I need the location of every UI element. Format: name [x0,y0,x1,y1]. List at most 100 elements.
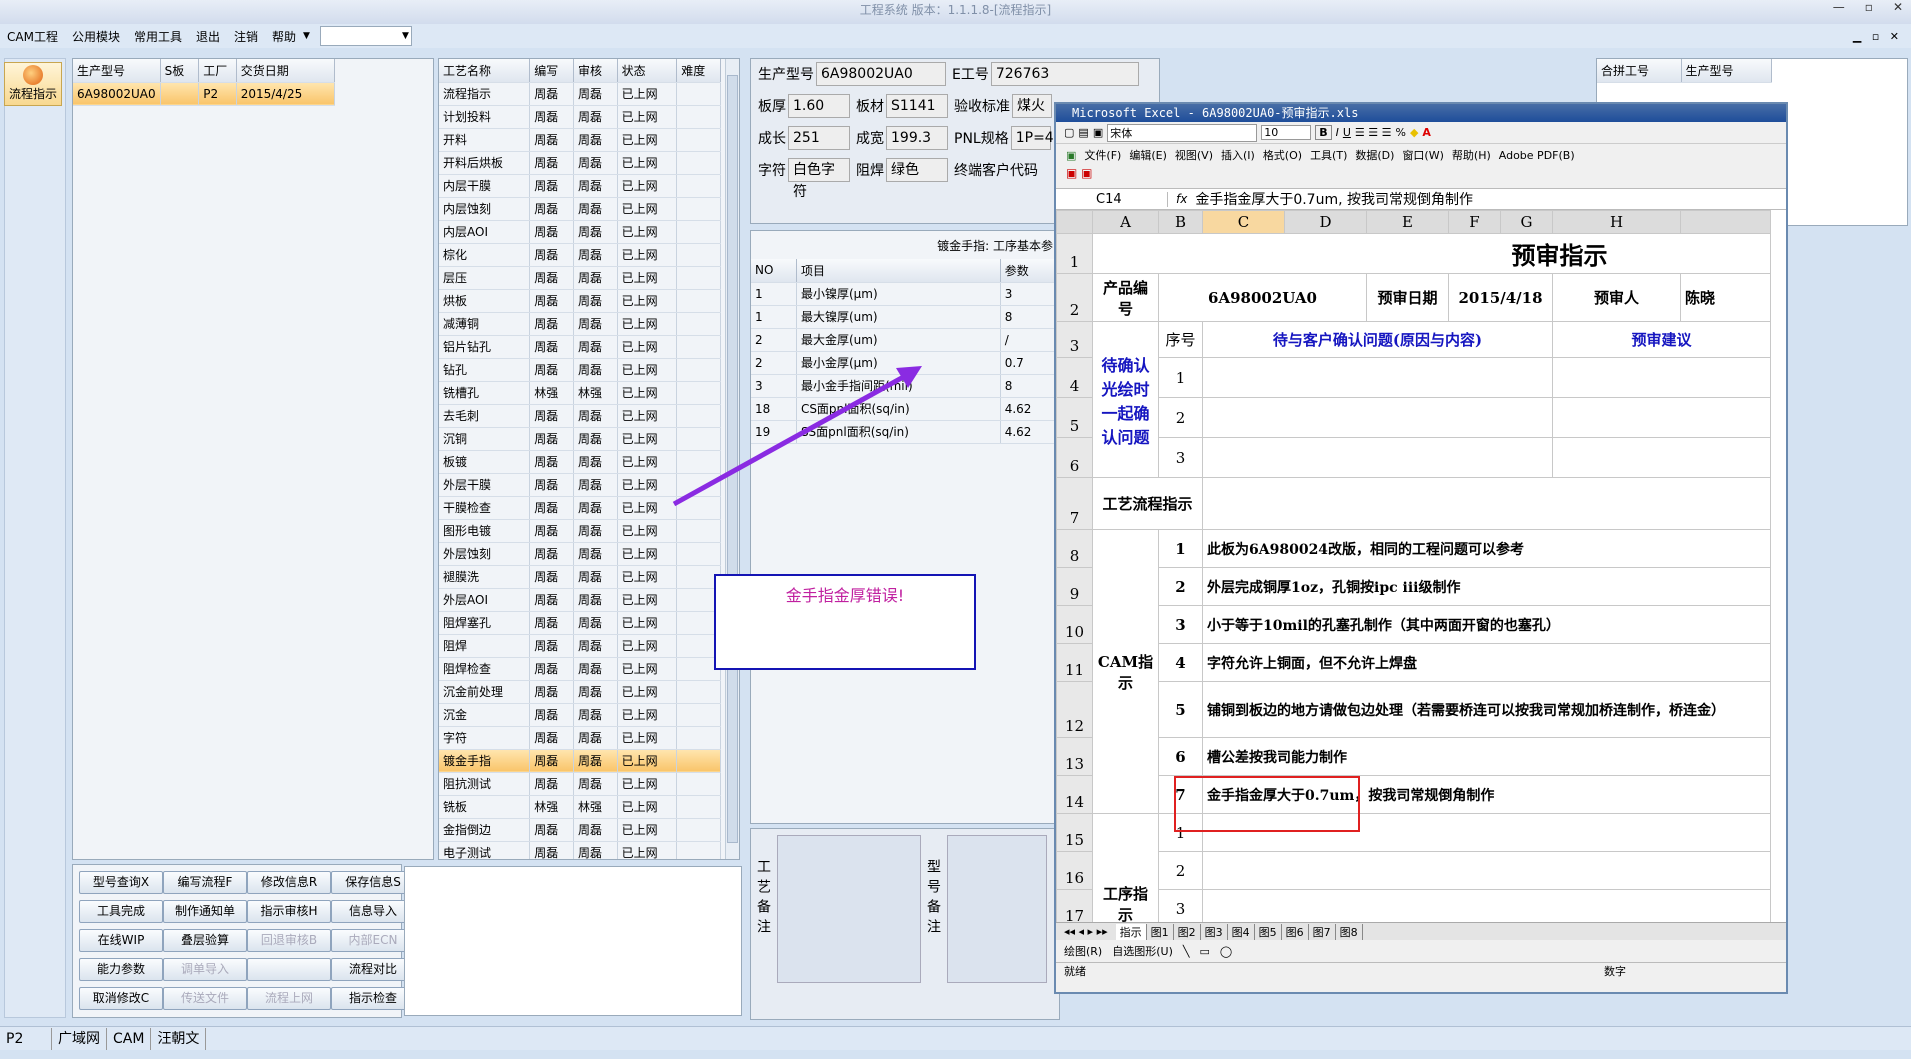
open-icon[interactable]: ▤ [1078,126,1088,139]
mdi-controls[interactable]: ▁ ▫ ✕ [1853,30,1911,43]
col-header[interactable]: 编写 [529,59,574,83]
menu-help[interactable]: 帮助 [265,28,303,45]
pdf2-icon[interactable]: ▣ [1081,166,1092,180]
col-header[interactable]: 状态 [617,59,678,83]
table-row[interactable]: 层压 周磊 周磊 已上网 [439,266,721,290]
cell[interactable]: 工序指示 [1092,813,1159,922]
rect-icon[interactable]: ▭ [1200,945,1210,958]
cell[interactable]: 2 [1158,567,1203,606]
sheet-tab[interactable]: 图6 [1282,923,1309,940]
col-header[interactable]: 生产型号 [73,59,161,83]
len-field[interactable]: 251 [788,126,850,150]
cell[interactable]: 字符允许上铜面，但不允许上焊盘 [1202,643,1771,682]
cell[interactable]: 2 [1158,851,1203,890]
table-row[interactable]: 沉金前处理 周磊 周磊 已上网 [439,680,721,704]
action-button[interactable]: 指示检查 [331,987,415,1010]
cell[interactable] [1552,437,1771,478]
col-h[interactable]: H [1552,210,1681,234]
thick-field[interactable]: 1.60 [788,94,850,118]
action-button[interactable]: 保存信息S [331,871,415,894]
italic-icon[interactable]: I [1336,126,1339,139]
action-button[interactable]: 编写流程F [163,871,247,894]
cell[interactable]: 3 [1158,437,1203,478]
menu-exit[interactable]: 退出 [189,28,227,45]
e-field[interactable]: 726763 [990,62,1139,86]
table-row[interactable]: 内层AOI 周磊 周磊 已上网 [439,220,721,244]
cell[interactable]: 预审建议 [1552,321,1771,358]
col-header[interactable]: 合拼工号 [1597,59,1682,83]
cell[interactable]: 待与客户确认问题(原因与内容) [1202,321,1553,358]
excel-menu-item[interactable]: 视图(V) [1175,147,1213,163]
sheet-heading[interactable]: 预审指示 [1092,233,1771,274]
table-row[interactable]: 褪膜洗 周磊 周磊 已上网 [439,565,721,589]
cell[interactable]: 此板为6A980024改版，相同的工程问题可以参考 [1202,529,1771,568]
action-button[interactable]: 能力参数 [79,958,163,981]
cell[interactable]: 小于等于10mil的孔塞孔制作（其中两面开窗的也塞孔） [1202,605,1771,644]
table-row[interactable]: 阻焊 周磊 周磊 已上网 [439,634,721,658]
col-header[interactable]: S板 [160,59,200,83]
action-button[interactable]: 指示审核H [247,900,331,923]
wid-field[interactable]: 199.3 [886,126,948,150]
table-row[interactable]: 2 最大金厚(um) / [751,328,1062,352]
save-icon[interactable]: ▣ [1093,126,1103,139]
action-button[interactable]: 型号查询X [79,871,163,894]
table-row[interactable]: 流程指示 周磊 周磊 已上网 [439,82,721,106]
table-row[interactable]: 字符 周磊 周磊 已上网 [439,726,721,750]
col-header[interactable]: 审核 [573,59,618,83]
font-color-icon[interactable]: A [1422,126,1431,139]
table-row[interactable]: 外层AOI 周磊 周磊 已上网 [439,588,721,612]
cell[interactable]: 6A98002UA0 [1158,273,1367,322]
col-c[interactable]: C [1202,210,1285,234]
flow-button[interactable]: 流程指示 [4,62,62,106]
cell[interactable]: 外层完成铜厚1oz，孔铜按ipc iii级制作 [1202,567,1771,606]
excel-menu-item[interactable]: 数据(D) [1355,147,1394,163]
col-header[interactable]: 交货日期 [236,59,336,83]
oval-icon[interactable]: ◯ [1220,945,1232,958]
col-header[interactable]: NO [751,259,797,283]
action-button[interactable] [247,958,331,981]
window-controls[interactable]: — ▫ ✕ [1833,0,1903,20]
table-row[interactable]: 镀金手指 周磊 周磊 已上网 [439,749,721,773]
cell[interactable]: 陈晓 [1680,273,1771,322]
bold-icon[interactable]: B [1315,125,1332,140]
proc-notes-box[interactable] [777,835,921,983]
sheet-tab[interactable]: 图1 [1147,923,1174,940]
table-row[interactable]: 沉金 周磊 周磊 已上网 [439,703,721,727]
menu-combo[interactable]: ▼ [319,26,412,46]
cell[interactable] [1552,397,1771,438]
cell[interactable]: 工艺流程指示 [1092,477,1203,530]
action-button[interactable]: 回退审核B [247,929,331,952]
cell[interactable]: 铺铜到板边的地方请做包边处理（若需要桥连可以按我司常规加桥连制作，桥连金） [1202,681,1771,738]
action-button[interactable]: 取消修改C [79,987,163,1010]
excel-menu-item[interactable]: 编辑(E) [1129,147,1167,163]
action-button[interactable]: 流程对比 [331,958,415,981]
table-row[interactable]: 开料 周磊 周磊 已上网 [439,128,721,152]
table-row[interactable]: 烘板 周磊 周磊 已上网 [439,289,721,313]
new-icon[interactable]: ▢ [1064,126,1074,139]
table-row[interactable]: 外层蚀刻 周磊 周磊 已上网 [439,542,721,566]
action-button[interactable]: 内部ECN [331,929,415,952]
action-button[interactable]: 传送文件 [163,987,247,1010]
cell[interactable]: 4 [1158,643,1203,682]
col-header[interactable]: 工厂 [198,59,237,83]
fill-color-icon[interactable]: ◆ [1410,126,1418,139]
action-button[interactable]: 在线WIP [79,929,163,952]
col-a[interactable]: A [1092,210,1159,234]
action-button[interactable]: 制作通知单 [163,900,247,923]
name-box[interactable]: C14 [1056,191,1168,207]
cell[interactable]: 产品编号 [1092,273,1159,322]
draw-menu[interactable]: 绘图(R) [1064,943,1102,959]
table-row[interactable]: 图形电镀 周磊 周磊 已上网 [439,519,721,543]
size-combo[interactable]: 10 [1261,125,1312,140]
cell[interactable]: 待确认光绘时一起确认问题 [1092,321,1159,478]
table-row[interactable]: 金指倒边 周磊 周磊 已上网 [439,818,721,842]
model-field[interactable]: 6A98002UA0 [816,62,946,86]
table-row[interactable]: 棕化 周磊 周磊 已上网 [439,243,721,267]
excel-menu-item[interactable]: 格式(O) [1263,147,1302,163]
tab-nav-icon[interactable]: ◂◂ ◂ ▸ ▸▸ [1056,925,1116,938]
sheet-tab[interactable]: 图3 [1201,923,1228,940]
cell[interactable]: 3 [1158,889,1203,922]
pnl-field[interactable]: 1P=4 [1010,126,1054,150]
table-row[interactable]: 开料后烘板 周磊 周磊 已上网 [439,151,721,175]
accept-field[interactable]: 煤火 [1012,94,1052,118]
